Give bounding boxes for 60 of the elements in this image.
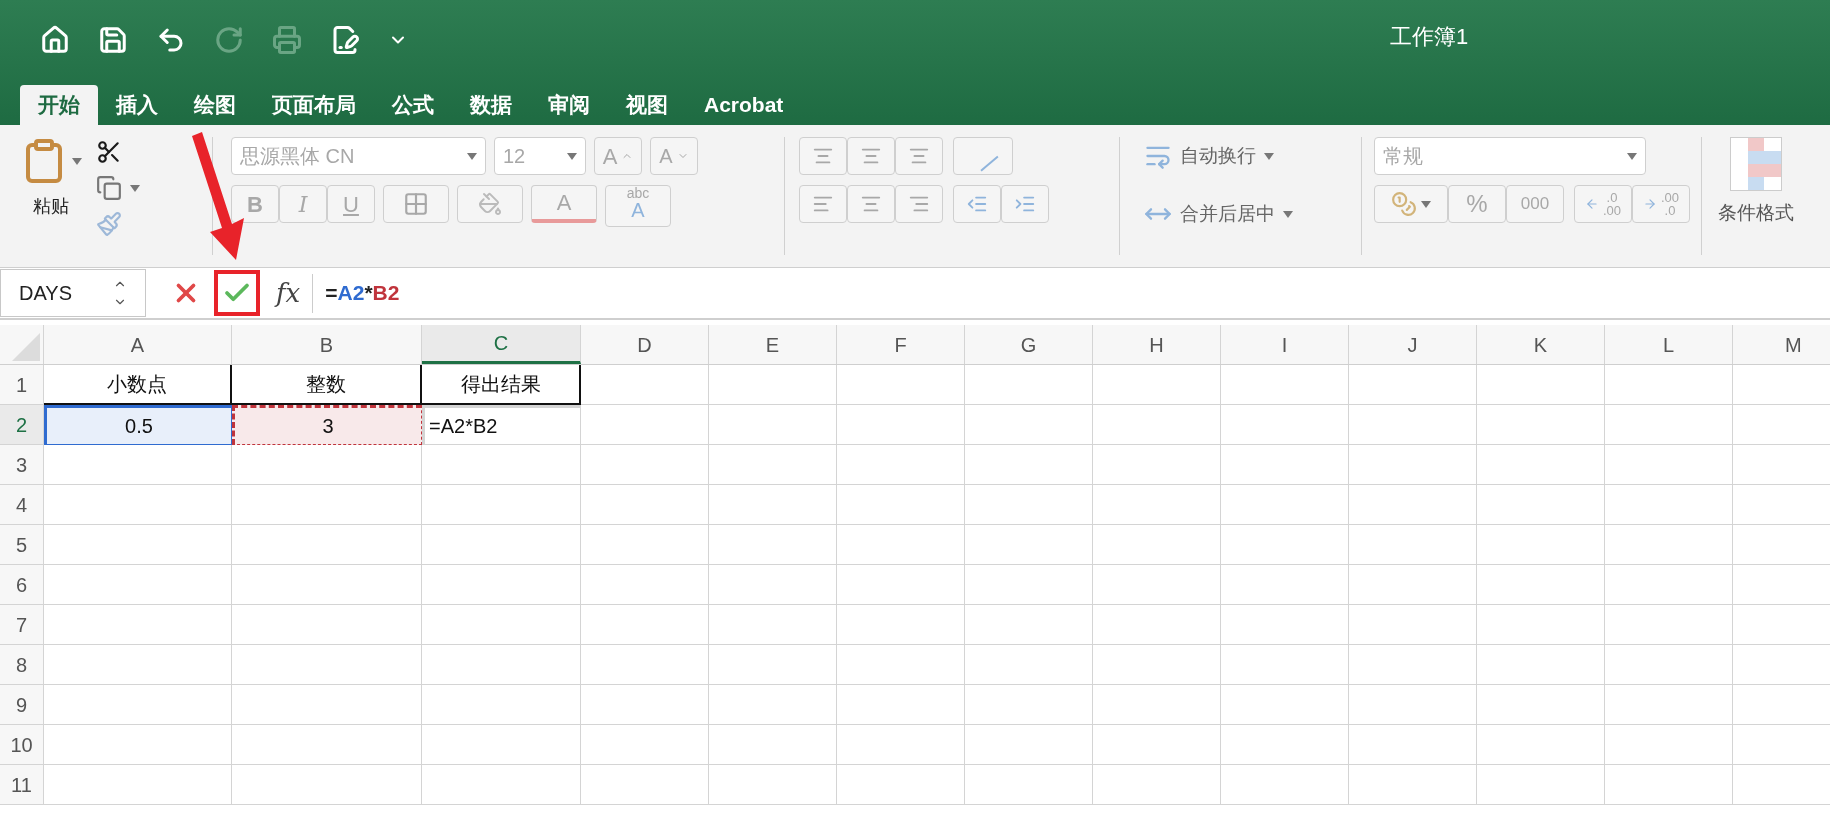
table-cell: 得出结果 xyxy=(422,365,581,405)
ribbon-tab[interactable]: 审阅 xyxy=(530,85,608,125)
row-header[interactable]: 9 xyxy=(0,685,44,725)
row-header[interactable]: 7 xyxy=(0,605,44,645)
column-header[interactable]: G xyxy=(965,325,1093,364)
row-header[interactable]: 5 xyxy=(0,525,44,565)
select-all-corner[interactable] xyxy=(12,333,40,361)
row-header[interactable]: 8 xyxy=(0,645,44,685)
row-header[interactable]: 1 xyxy=(0,365,44,405)
save-icon[interactable] xyxy=(98,25,128,55)
row-header[interactable]: 6 xyxy=(0,565,44,605)
name-box[interactable]: DAYS xyxy=(0,269,146,317)
table-cell: 整数 xyxy=(232,365,422,405)
confirm-button[interactable] xyxy=(214,270,260,316)
column-header[interactable]: D xyxy=(581,325,709,364)
ribbon-tab[interactable]: 数据 xyxy=(452,85,530,125)
dropdown-caret-icon xyxy=(72,157,82,165)
row-header[interactable]: 10 xyxy=(0,725,44,765)
ribbon-tab[interactable]: 页面布局 xyxy=(254,85,374,125)
column-header[interactable]: F xyxy=(837,325,965,364)
row-header[interactable]: 11 xyxy=(0,765,44,805)
ribbon-tab[interactable]: 绘图 xyxy=(176,85,254,125)
paint-bucket-icon xyxy=(478,192,502,216)
dropdown-caret-icon xyxy=(1627,152,1637,160)
row-header[interactable]: 4 xyxy=(0,485,44,525)
right-arrow-icon xyxy=(1642,197,1657,211)
table-cell: 0.5 xyxy=(44,405,232,445)
conditional-format-icon xyxy=(1730,137,1782,191)
dropdown-caret-icon xyxy=(467,152,477,160)
table-cell: 3 xyxy=(232,405,422,445)
ribbon-tab[interactable]: 视图 xyxy=(608,85,686,125)
dropdown-caret-icon xyxy=(1283,210,1293,218)
ribbon-tab[interactable]: 插入 xyxy=(98,85,176,125)
row-header[interactable]: 3 xyxy=(0,445,44,485)
formula-field[interactable]: =A2*B2 xyxy=(325,277,400,309)
dropdown-caret-icon xyxy=(1264,152,1274,160)
table-cell[interactable]: =A2*B2 xyxy=(422,405,581,445)
ribbon-tab[interactable]: Acrobat xyxy=(686,85,802,125)
column-header[interactable]: C xyxy=(422,325,581,364)
ribbon-tab[interactable]: 公式 xyxy=(374,85,452,125)
column-header[interactable]: J xyxy=(1349,325,1477,364)
column-header[interactable]: M xyxy=(1733,325,1830,364)
column-header[interactable]: L xyxy=(1605,325,1733,364)
window-title: 工作簿1 xyxy=(1390,23,1469,51)
table-cell: 小数点 xyxy=(44,365,232,405)
row-header[interactable]: 2 xyxy=(0,405,44,445)
column-header[interactable]: E xyxy=(709,325,837,364)
dropdown-caret-icon xyxy=(567,152,577,160)
column-header[interactable]: A xyxy=(44,325,232,364)
borders-icon xyxy=(403,191,429,217)
dropdown-caret-icon xyxy=(130,184,140,192)
insert-function-button[interactable]: fx xyxy=(276,273,314,313)
home-icon[interactable] xyxy=(40,25,70,55)
column-header[interactable]: H xyxy=(1093,325,1221,364)
column-header[interactable]: K xyxy=(1477,325,1605,364)
ribbon-tab[interactable]: 开始 xyxy=(20,85,98,125)
dropdown-caret-icon xyxy=(1421,200,1431,208)
column-header[interactable]: I xyxy=(1221,325,1349,364)
left-arrow-icon xyxy=(1584,197,1599,211)
coins-icon xyxy=(1391,191,1417,217)
